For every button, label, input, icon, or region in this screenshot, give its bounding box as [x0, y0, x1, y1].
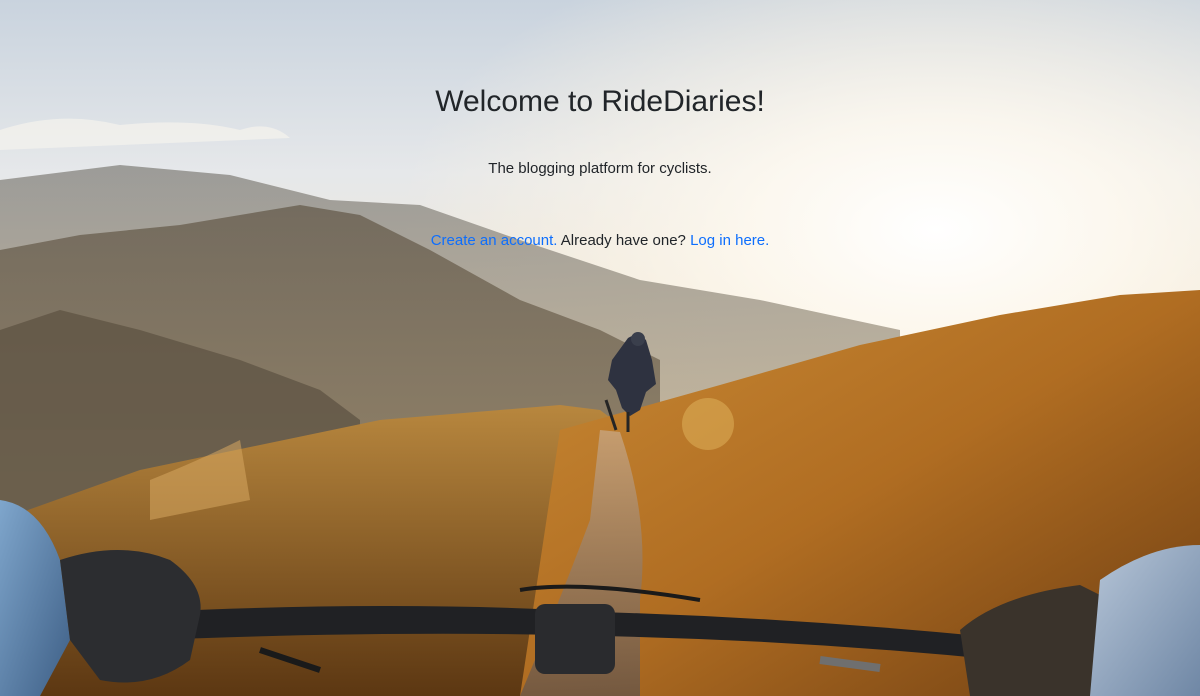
login-link[interactable]: Log in here.	[690, 232, 769, 249]
create-account-link[interactable]: Create an account.	[431, 232, 558, 249]
page-title: Welcome to RideDiaries!	[435, 85, 765, 118]
account-links: Create an account. Already have one? Log…	[0, 231, 1200, 251]
page-subtitle: The blogging platform for cyclists.	[488, 160, 712, 177]
have-account-text: Already have one?	[557, 232, 691, 249]
